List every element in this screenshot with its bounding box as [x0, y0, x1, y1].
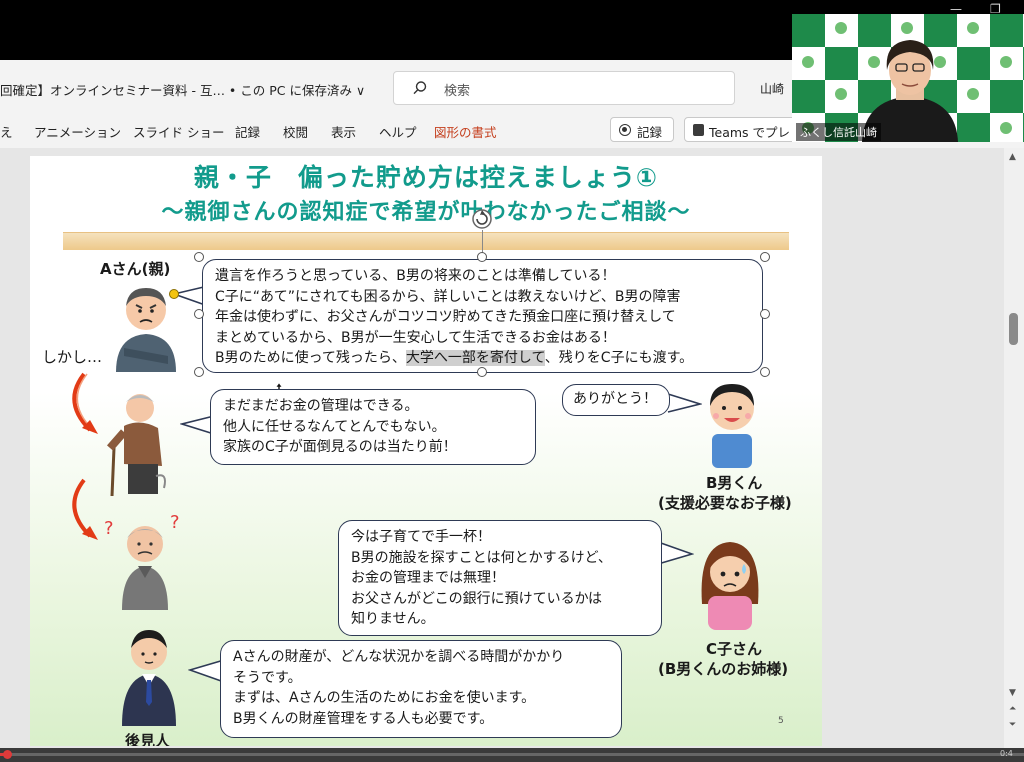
- elderly-man-cane-icon: [106, 394, 166, 497]
- previous-slide-icon[interactable]: ⏶: [1009, 704, 1016, 714]
- label-a-parent: Aさん(親): [100, 260, 171, 278]
- tab-shape-format[interactable]: 図形の書式: [434, 122, 497, 141]
- slide-number: 5: [778, 716, 784, 726]
- search-input[interactable]: 検索: [393, 71, 735, 105]
- tab-help[interactable]: ヘルプ: [379, 122, 417, 141]
- confused-elderly-man-icon: ? ?: [104, 512, 180, 610]
- bubble-a-line4: まとめているから、B男が一生安心して生活できるお金はある！: [215, 329, 616, 346]
- boy-icon: [710, 384, 754, 468]
- record-label: 記録: [637, 125, 663, 140]
- svg-text:?: ?: [104, 518, 114, 539]
- tab-record[interactable]: 記録: [235, 122, 260, 141]
- resize-handle[interactable]: [760, 367, 770, 377]
- slide-canvas[interactable]: 親・子 偏った貯め方は控えましょう① ～親御さんの認知症で希望が叶わなかったご相…: [30, 156, 822, 746]
- bubble-g-line1: Aさんの財産が、どんな状況かを調べる時間がかかり: [233, 649, 565, 665]
- progress-track[interactable]: [0, 750, 1024, 759]
- teams-window: — ❐ 回確定】オンラインセミナー資料 - 互… • この PC に保存済み ∨…: [0, 0, 1024, 762]
- speaker-name-tag: ふくし信託山崎: [796, 123, 881, 141]
- bubble-a-line5-post: 、残りをC子にも渡す。: [544, 350, 694, 366]
- bubble-g-line2: そうです。: [233, 669, 302, 686]
- bubble-a-highlight: 大学へ一部を寄付して: [405, 350, 545, 366]
- svg-text:?: ?: [170, 512, 180, 533]
- bubble-c-line4: お父さんがどこの銀行に預けているかは: [351, 590, 603, 607]
- worried-woman-icon: [701, 542, 759, 630]
- bubble-a-line3: 年金は使わずに、お父さんがコツコツ貯めてきた預金口座に預け替えして: [215, 309, 676, 325]
- record-button[interactable]: 記録: [610, 117, 674, 142]
- resize-handle[interactable]: [477, 252, 487, 262]
- video-progress-bar[interactable]: 0:4: [0, 748, 1024, 762]
- bubble-a-line1: 遺言を作ろうと思っている、B男の将来のことは準備している！: [215, 268, 616, 284]
- record-icon: [619, 124, 631, 136]
- bubble-c-line5: 知りません。: [351, 611, 435, 627]
- bubble-a-still-manage[interactable]: まだまだお金の管理はできる。 他人に任せるなんてとんでもない。 家族のC子が面倒…: [210, 389, 536, 465]
- bubble-c-line2: B男の施設を探すことは何とかするけど、: [351, 549, 612, 566]
- bubble-c-line3: お金の管理までは無理！: [351, 570, 505, 586]
- resize-handle[interactable]: [194, 309, 204, 319]
- tab-review[interactable]: 校閲: [283, 122, 308, 141]
- resize-handle[interactable]: [760, 309, 770, 319]
- label-c-child: C子さん: [706, 640, 763, 658]
- curved-arrow-icon: [72, 372, 98, 434]
- video-time: 0:4: [1000, 749, 1013, 758]
- teams-icon: [693, 124, 704, 136]
- slide-title: 親・子 偏った貯め方は控えましょう①: [193, 163, 659, 192]
- bubble-a-line5: B男のために使って残ったら、大学へ一部を寄付して、残りをC子にも渡す。: [215, 348, 750, 369]
- tab-partial[interactable]: え: [0, 122, 13, 141]
- label-b-son-note: (支援必要なお子様): [658, 494, 792, 512]
- bubble-a2-line1: まだまだお金の管理はできる。: [223, 398, 419, 414]
- bubble-g-line3: まずは、Aさんの生活のためにお金を使います。: [233, 690, 536, 706]
- label-however: しかし…: [42, 348, 103, 366]
- vertical-scrollbar[interactable]: ▲ ▼ ⏶ ⏷: [1004, 148, 1024, 748]
- label-c-child-note: (B男くんのお姉様): [658, 660, 789, 678]
- resize-handle[interactable]: [477, 367, 487, 377]
- slide-subtitle: ～親御さんの認知症で希望が叶わなかったご相談～: [161, 200, 691, 225]
- bubble-a-parent[interactable]: 遺言を作ろうと思っている、B男の将来のことは準備している！ C子に“あて”にされ…: [202, 259, 763, 373]
- guardian-man-icon: [122, 630, 176, 726]
- bubble-a-line2: C子に“あて”にされても困るから、詳しいことは教えないけど、B男の障害: [215, 288, 681, 305]
- scroll-down-icon[interactable]: ▼: [1009, 688, 1016, 698]
- bubble-b-thanks[interactable]: ありがとう！: [562, 384, 670, 416]
- resize-handle[interactable]: [194, 367, 204, 377]
- search-placeholder: 検索: [444, 84, 471, 99]
- tab-slideshow[interactable]: スライド ショー: [133, 122, 224, 141]
- scroll-thumb[interactable]: [1009, 313, 1018, 345]
- bubble-c-line1: 今は子育てで手一杯！: [351, 529, 491, 545]
- tab-animation[interactable]: アニメーション: [34, 122, 121, 141]
- bubble-a-line5-pre: B男のために使って残ったら、: [215, 350, 406, 366]
- bubble-b-tail: [667, 393, 702, 413]
- header-band: [63, 232, 789, 250]
- label-b-son: B男くん: [706, 474, 763, 492]
- document-title[interactable]: 回確定】オンラインセミナー資料 - 互… • この PC に保存済み ∨: [0, 80, 365, 99]
- resize-handle[interactable]: [760, 252, 770, 262]
- bubble-a2-line2: 他人に任せるなんてとんでもない。: [223, 418, 446, 435]
- label-guardian: 後見人: [125, 732, 171, 746]
- next-slide-icon[interactable]: ⏷: [1009, 720, 1016, 730]
- bubble-c-child[interactable]: 今は子育てで手一杯！ B男の施設を探すことは何とかするけど、 お金の管理までは無…: [338, 520, 662, 636]
- bubble-a2-line3: 家族のC子が面倒見るのは当たり前！: [223, 439, 457, 455]
- teams-label: Teams でプレ: [709, 125, 791, 140]
- bubble-g-line4: B男くんの財産管理をする人も必要です。: [233, 710, 494, 727]
- scroll-up-icon[interactable]: ▲: [1009, 152, 1016, 162]
- bubble-guardian[interactable]: Aさんの財産が、どんな状況かを調べる時間がかかり そうです。 まずは、Aさんの生…: [220, 640, 622, 738]
- slide-editing-area: 親・子 偏った貯め方は控えましょう① ～親御さんの認知症で希望が叶わなかったご相…: [0, 148, 1024, 748]
- user-name[interactable]: 山崎: [760, 80, 784, 97]
- progress-scrubber[interactable]: [3, 750, 13, 759]
- resize-handle[interactable]: [194, 252, 204, 262]
- search-icon: [413, 81, 427, 95]
- tab-view[interactable]: 表示: [331, 122, 356, 141]
- tail-adjust-handle[interactable]: [169, 289, 179, 299]
